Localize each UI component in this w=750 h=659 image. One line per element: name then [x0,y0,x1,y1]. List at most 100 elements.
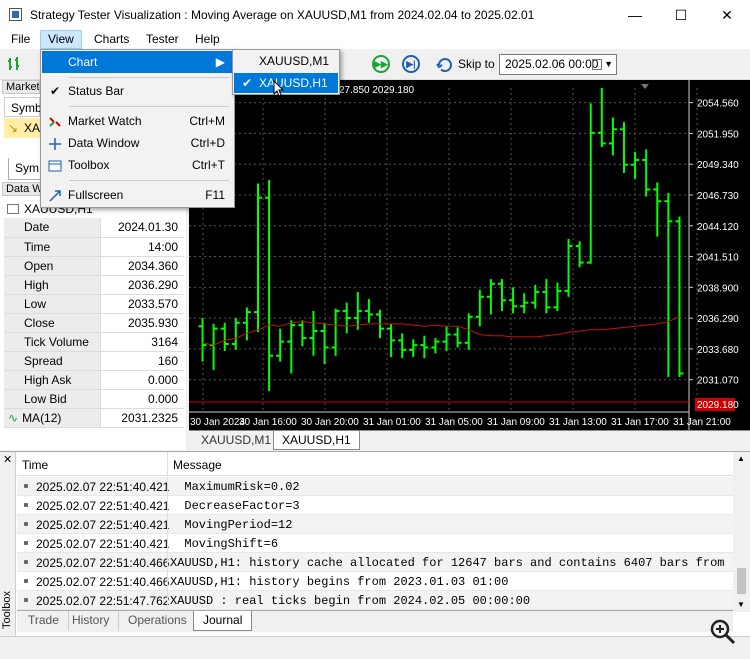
journal-row[interactable]: 2025.02.07 22:51:40.421 DecreaseFactor=3 [17,496,733,515]
tab-journal[interactable]: Journal [193,611,253,631]
x-tick-label: 30 Jan 16:00 [239,417,297,428]
price-bar [597,88,606,147]
menu-divider [69,106,229,107]
skip-to-icon[interactable] [436,55,454,73]
skip-date-picker[interactable]: 2025.02.06 00:00 ▼ [499,54,617,75]
scroll-thumb[interactable] [737,568,746,594]
menu-help[interactable]: Help [188,30,227,49]
menu-file[interactable]: File [4,30,37,49]
calendar-icon[interactable] [592,59,602,70]
price-bar [220,322,229,352]
app-icon [9,8,22,21]
menu-item-chart[interactable]: Chart ▶ [42,51,233,73]
price-bar [486,279,495,315]
journal-row[interactable]: 2025.02.07 22:51:40.421 MovingShift=6 [17,534,733,553]
close-button[interactable]: ✕ [704,0,750,30]
column-message[interactable]: Message [173,458,222,472]
journal-row[interactable]: 2025.02.07 22:51:40.466 XAUUSD,H1: histor… [17,553,733,572]
submenu-item-h1-label: XAUUSD,H1 [259,76,328,90]
toolbox-icon [48,158,62,172]
market-watch-header: Market W [2,80,40,94]
column-time[interactable]: Time [22,458,48,472]
price-bar [342,302,351,334]
y-tick-label: 2033.680 [697,345,739,356]
price-bar [387,323,396,357]
journal-message: MovingPeriod=12 [170,518,293,532]
close-icon[interactable]: ✕ [3,453,12,466]
dw-value: 0.000 [99,389,184,409]
menu-tester[interactable]: Tester [139,30,186,49]
dw-value: 14:00 [99,237,184,257]
table-row: ∿ MA(12) 2031.2325 [4,408,184,428]
skip-step-icon[interactable]: ▶| [402,55,420,73]
price-bar [420,335,429,359]
menu-item-fullscreen[interactable]: Fullscreen F11 [42,184,233,206]
chart-bars-icon[interactable] [6,55,24,73]
price-bar [509,287,518,314]
journal-row[interactable]: 2025.02.07 22:51:40.421 MovingPeriod=12 [17,515,733,534]
maximize-button[interactable]: ☐ [658,0,704,30]
journal-row[interactable]: 2025.02.07 22:51:40.421 MaximumRisk=0.02 [17,477,733,496]
market-watch-symbol: XA [24,121,41,135]
journal-row[interactable]: 2025.02.07 22:51:47.762 XAUUSD : real tic… [17,591,733,610]
journal-time: 2025.02.07 22:51:40.466 [36,575,170,589]
menu-item-status-bar-label: Status Bar [68,84,125,98]
tab-trade[interactable]: Trade [19,611,69,631]
dw-value: 160 [99,351,184,371]
price-bar [276,328,285,362]
journal-message: XAUUSD,H1: history cache allocated for 1… [170,556,730,570]
market-watch-row[interactable]: ↘ XA [4,118,40,138]
cell-divider [167,553,168,572]
chevron-down-icon[interactable]: ▼ [604,55,613,74]
journal-row[interactable]: 2025.02.07 22:51:40.466 XAUUSD,H1: histor… [17,572,733,591]
menu-item-status-bar[interactable]: ✔ Status Bar [42,80,233,102]
log-bullet-icon [24,503,28,507]
price-bar [620,122,628,173]
tab-history[interactable]: History [63,611,120,631]
shortcut-data-window: Ctrl+D [190,136,225,150]
price-bar [575,241,584,268]
toolbox-label: Toolbox [0,591,13,629]
zoom-icon[interactable] [706,616,740,650]
menu-item-market-watch[interactable]: Market Watch Ctrl+M [42,110,233,132]
submenu-item-m1-label: XAUUSD,M1 [259,54,330,68]
scroll-up-icon[interactable]: ▲ [737,454,745,463]
journal-scrollbar[interactable]: ▲ ▼ [733,452,750,612]
tab-xauusd-m1[interactable]: XAUUSD,M1 [193,431,279,450]
menu-item-toolbox[interactable]: Toolbox Ctrl+T [42,154,233,176]
menu-charts[interactable]: Charts [87,30,136,49]
price-bar [298,320,307,347]
dw-value: 2031.2325 [99,408,184,428]
journal-time: 2025.02.07 22:51:40.421 [36,537,170,551]
minimize-button[interactable]: — [612,0,658,30]
price-bar [287,320,296,374]
dw-key: Low [4,294,100,314]
price-chart[interactable]: 2054.560 2051.950 2049.340 2046.730 2044.120… [189,80,750,430]
price-bar [409,339,418,357]
submenu-item-m1[interactable]: XAUUSD,M1 [234,51,338,71]
price-bar [431,338,440,354]
log-bullet-icon [24,522,28,526]
journal-message: DecreaseFactor=3 [170,499,300,513]
crosshair-icon [48,136,62,150]
play-speed-icon[interactable]: ▶▶ [372,55,390,73]
menu-item-data-window[interactable]: Data Window Ctrl+D [42,132,233,154]
scroll-down-icon[interactable]: ▼ [737,600,745,609]
tab-operations[interactable]: Operations [119,611,197,631]
market-watch-column-symbol[interactable]: Symb [4,97,42,117]
mouse-cursor-icon [273,80,285,97]
table-row: High Ask 0.000 [4,370,184,390]
shortcut-toolbox: Ctrl+T [192,158,225,172]
journal-time: 2025.02.07 22:51:47.762 [36,594,170,608]
menu-bar: File View Charts Tester Help [0,30,750,49]
toolbox-panel: ✕ Toolbox Time Message 2025.02.07 22:51:… [0,451,750,637]
tab-xauusd-h1[interactable]: XAUUSD,H1 [273,431,360,450]
dw-key: High [4,275,100,295]
dw-value: 2024.01.30 [99,218,184,238]
dw-value: 0.000 [99,370,184,390]
skip-to-label: Skip to [458,57,495,71]
table-row: Tick Volume 3164 [4,332,184,352]
menu-view[interactable]: View [40,30,82,49]
y-tick-label: 2041.510 [697,253,739,264]
chart-canvas[interactable]: 2054.560 2051.950 2049.340 2046.730 2044.120… [189,80,750,430]
